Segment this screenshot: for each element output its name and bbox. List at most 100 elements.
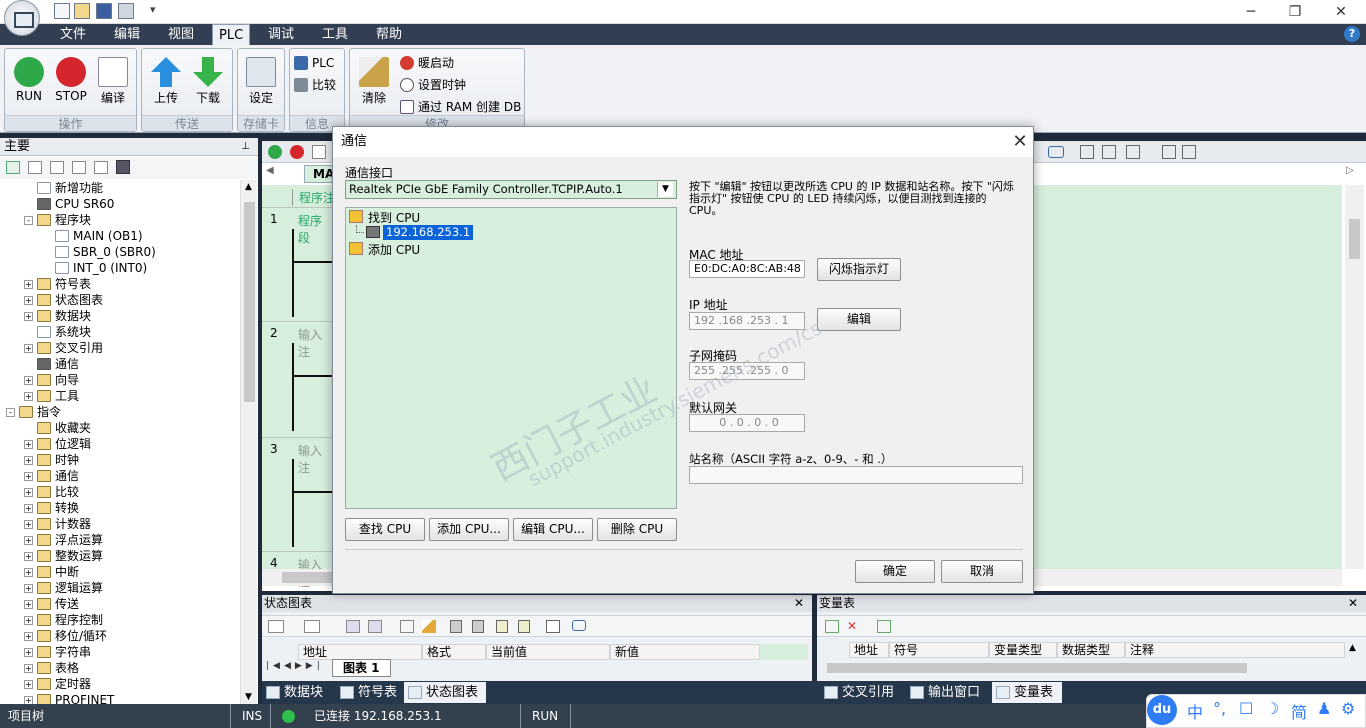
expand-icon[interactable]: + <box>24 520 33 529</box>
force-icon[interactable] <box>450 620 462 633</box>
stop-button[interactable]: STOP <box>51 51 91 111</box>
tab-data-block[interactable]: 数据块 <box>262 682 334 703</box>
column-data-type[interactable]: 数据类型 <box>1057 642 1125 658</box>
tree-item[interactable]: + 工具 <box>24 388 79 404</box>
delete-row-icon[interactable] <box>304 620 320 633</box>
monitor-pause-icon[interactable] <box>368 620 382 633</box>
open-folder-icon[interactable] <box>74 3 90 19</box>
interface-select[interactable]: Realtek PCIe GbE Family Controller.TCPIP… <box>345 180 677 199</box>
tree-item[interactable]: + 向导 <box>24 372 79 388</box>
expand-icon[interactable]: + <box>24 488 33 497</box>
menu-file[interactable]: 文件 <box>54 24 92 45</box>
tab-scroll-left-icon[interactable]: ◀ <box>266 165 276 176</box>
tree-item[interactable]: + 计数器 <box>24 516 91 532</box>
network-3[interactable]: 3 输入注 <box>262 437 332 475</box>
delete-cpu-button[interactable]: 删除 CPU <box>597 518 677 541</box>
expand-icon[interactable]: + <box>24 456 33 465</box>
tab-cross-reference[interactable]: 交叉引用 <box>820 682 904 703</box>
network-comment[interactable]: 程序段 <box>298 212 332 246</box>
tree-item[interactable]: INT_0 (INT0) <box>42 260 147 276</box>
print-icon[interactable] <box>118 3 134 19</box>
ime-logo[interactable]: du <box>1147 695 1177 725</box>
save-icon[interactable] <box>96 3 112 19</box>
unforce-all-icon[interactable] <box>496 620 508 633</box>
tree-item[interactable]: + 传送 <box>24 596 79 612</box>
expand-icon[interactable]: + <box>24 392 33 401</box>
network-2[interactable]: 2 输入注 <box>262 321 332 359</box>
column-new-value[interactable]: 新值 <box>610 644 760 660</box>
upload-button[interactable]: 上传 <box>146 51 186 111</box>
expand-icon[interactable]: + <box>24 376 33 385</box>
ok-button[interactable]: 确定 <box>855 560 935 583</box>
plc-info-button[interactable]: PLC <box>292 53 334 73</box>
station-name-field[interactable] <box>689 466 1023 484</box>
maximize-button[interactable]: ❐ <box>1280 2 1310 22</box>
tree-item[interactable]: + 浮点运算 <box>24 532 103 548</box>
expand-icon[interactable]: + <box>24 440 33 449</box>
menu-help[interactable]: 帮助 <box>370 24 408 45</box>
menu-plc[interactable]: PLC <box>212 24 251 45</box>
edit-button[interactable]: 编辑 <box>817 308 901 331</box>
collapse-icon[interactable]: - <box>6 408 15 417</box>
tree-item[interactable]: 收藏夹 <box>24 420 91 436</box>
editor-vertical-scrollbar[interactable] <box>1345 185 1364 569</box>
expand-icon[interactable]: + <box>24 344 33 353</box>
lad-view-icon[interactable] <box>94 161 108 174</box>
read-icon[interactable] <box>400 620 414 633</box>
expand-icon[interactable]: + <box>24 552 33 561</box>
sheet-tab-1[interactable]: 图表 1 <box>332 659 391 677</box>
ime-punctuation[interactable]: °, <box>1213 699 1226 718</box>
column-address[interactable]: 地址 <box>298 644 422 660</box>
pin-icon[interactable]: ⊥ <box>241 138 250 156</box>
expand-icon[interactable]: + <box>24 632 33 641</box>
app-logo-icon[interactable] <box>4 0 40 36</box>
gateway-field[interactable]: 0 . 0 . 0 . 0 <box>689 414 805 432</box>
tree-item[interactable]: 通信 <box>24 356 79 372</box>
expand-icon[interactable]: + <box>24 680 33 689</box>
expand-icon[interactable]: + <box>24 536 33 545</box>
tab-symbol-table[interactable]: 符号表 <box>336 682 404 703</box>
network-4[interactable]: 4 输入注 <box>262 551 332 589</box>
expand-icon[interactable]: + <box>24 296 33 305</box>
editor-properties-icon[interactable] <box>1182 145 1196 159</box>
write-icon[interactable] <box>422 620 436 633</box>
collapse-icon[interactable]: - <box>24 216 33 225</box>
tree-item[interactable]: + 逻辑运算 <box>24 580 103 596</box>
expand-icon[interactable]: + <box>24 504 33 513</box>
quick-access-dropdown-icon[interactable]: ▾ <box>150 3 156 16</box>
column-symbol[interactable]: 符号 <box>889 642 989 658</box>
find-cpu-button[interactable]: 查找 CPU <box>345 518 425 541</box>
stl-view-icon[interactable] <box>50 161 64 174</box>
warm-start-button[interactable]: 暖启动 <box>398 53 454 73</box>
insert-variable-icon[interactable] <box>825 620 839 633</box>
add-cpu-node[interactable]: 添加 CPU <box>368 241 420 258</box>
ime-user-icon[interactable]: ♟ <box>1317 699 1331 718</box>
menu-tools[interactable]: 工具 <box>316 24 354 45</box>
tab-variable-table[interactable]: 变量表 <box>992 682 1062 703</box>
ime-settings-icon[interactable]: ⚙ <box>1341 699 1355 718</box>
column-variable-type[interactable]: 变量类型 <box>989 642 1057 658</box>
tree-item[interactable]: + 通信 <box>24 468 79 484</box>
tree-item[interactable]: - 程序块 <box>24 212 91 228</box>
network-comment[interactable]: 输入注 <box>298 442 332 476</box>
settings-button[interactable]: 设定 <box>241 51 281 111</box>
ime-soft-keyboard-icon[interactable]: ☐ <box>1239 699 1253 718</box>
expand-icon[interactable]: + <box>24 472 33 481</box>
new-file-icon[interactable] <box>54 3 70 19</box>
export-variable-icon[interactable] <box>877 620 891 633</box>
expand-icon[interactable]: + <box>24 696 33 704</box>
communication-view-icon[interactable] <box>116 160 130 174</box>
tree-item[interactable]: + 定时器 <box>24 676 91 692</box>
subnet-field[interactable]: 255 .255 .255 . 0 <box>689 362 805 380</box>
monitor-start-icon[interactable] <box>346 620 360 633</box>
editor-run-icon[interactable] <box>268 145 282 159</box>
menu-edit[interactable]: 编辑 <box>108 24 146 45</box>
tree-item[interactable]: + 表格 <box>24 660 79 676</box>
scroll-up-icon[interactable]: ▲ <box>1349 643 1356 653</box>
ime-simplified[interactable]: 简 <box>1291 699 1307 723</box>
column-address[interactable]: 地址 <box>849 642 889 658</box>
tree-item[interactable]: + 字符串 <box>24 644 91 660</box>
tree-item[interactable]: + 时钟 <box>24 452 79 468</box>
editor-insert-network-icon[interactable] <box>1080 145 1094 159</box>
found-cpu-node[interactable]: 找到 CPU <box>368 209 420 226</box>
